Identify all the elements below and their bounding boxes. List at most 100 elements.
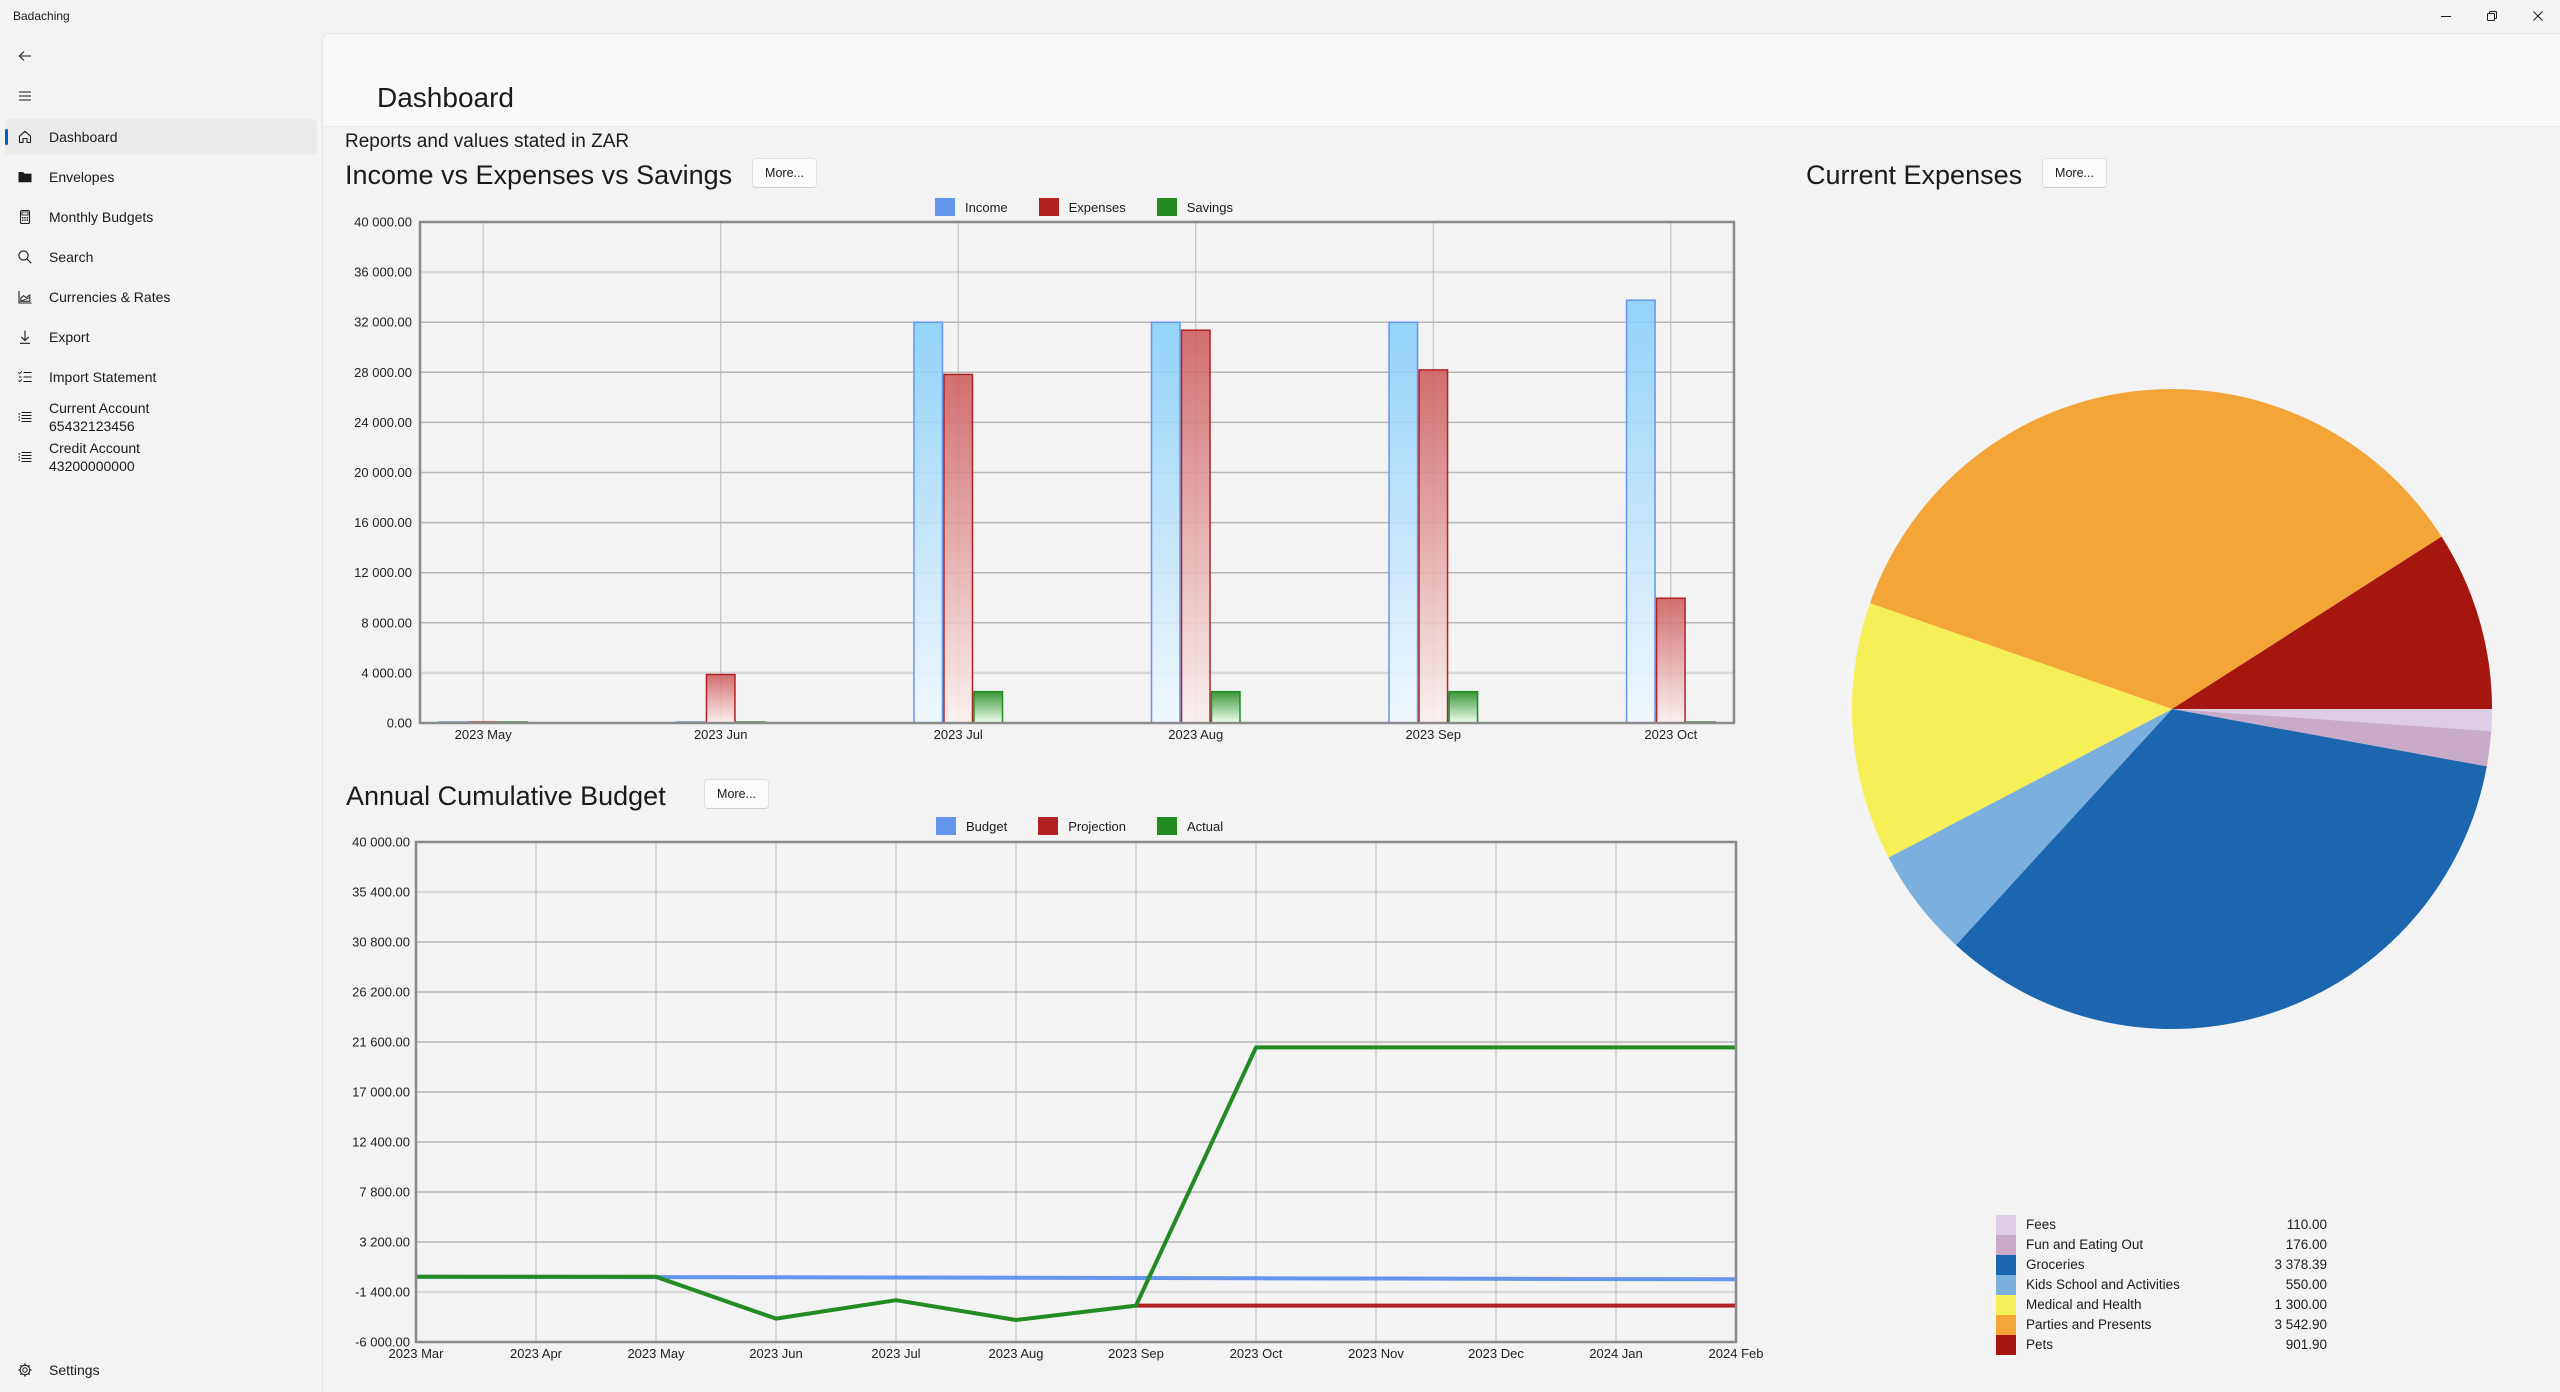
income-expenses-more-button[interactable]: More...: [752, 158, 817, 188]
app-title: Badaching: [13, 9, 70, 23]
legend-item-expenses[interactable]: Expenses: [1038, 198, 1126, 216]
sidebar-item-monthly-budgets[interactable]: Monthly Budgets: [5, 199, 317, 235]
y-tick-label: 28 000.00: [354, 365, 412, 380]
account-number: 43200000000: [49, 458, 135, 474]
account-number: 65432123456: [49, 418, 135, 434]
x-tick-label: 2023 Apr: [510, 1346, 563, 1361]
current-expenses-more-button[interactable]: More...: [2042, 158, 2107, 188]
sidebar-item-label: Settings: [49, 1362, 100, 1378]
legend-label: Projection: [1068, 818, 1127, 834]
sidebar-item-credit-account[interactable]: Credit Account 43200000000: [5, 437, 317, 477]
legend-swatch: [935, 198, 955, 216]
y-tick-label: 35 400.00: [352, 885, 410, 900]
x-tick-label: 2023 Mar: [389, 1346, 445, 1361]
list-icon: [18, 412, 32, 422]
x-tick-label: 2024 Feb: [1709, 1346, 1764, 1361]
legend-item-income[interactable]: Income: [935, 198, 1008, 216]
bar-income-2023-sep: [1388, 321, 1419, 724]
legend-label: Kids School and Activities: [2026, 1277, 2180, 1292]
legend-item-budget[interactable]: Budget: [936, 817, 1007, 835]
sidebar-item-search[interactable]: Search: [5, 239, 317, 275]
legend-swatch: [936, 817, 956, 835]
legend-swatch: [1157, 817, 1178, 835]
legend-item-savings[interactable]: Savings: [1156, 198, 1233, 216]
y-tick-label: 40 000.00: [352, 835, 410, 850]
search-icon: [18, 250, 32, 264]
back-arrow-icon: [18, 51, 31, 61]
sidebar-item-label: Currencies & Rates: [49, 289, 171, 305]
x-tick-label: 2023 May: [627, 1346, 685, 1361]
legend-swatch: [1156, 198, 1177, 216]
selection-indicator: [5, 129, 8, 145]
y-tick-label: 17 000.00: [352, 1085, 410, 1100]
legend-item-projection[interactable]: Projection: [1038, 817, 1126, 835]
sidebar-item-label-group: Credit Account 43200000000: [49, 439, 140, 475]
y-tick-label: 7 800.00: [359, 1185, 410, 1200]
y-tick-label: 0.00: [387, 716, 412, 731]
bar-expenses-2023-oct: [1655, 597, 1686, 724]
legend-label: Budget: [966, 818, 1008, 834]
bar-income-2023-jul: [913, 321, 944, 724]
y-tick-label: 3 200.00: [359, 1235, 410, 1250]
pie-legend-row: Fees 110.00: [1996, 1215, 2327, 1235]
legend-label: Medical and Health: [2026, 1297, 2142, 1312]
legend-label: Groceries: [2026, 1257, 2085, 1272]
minimize-button[interactable]: [2423, 0, 2469, 32]
bar-expenses-2023-jun: [705, 673, 736, 724]
sidebar-item-label-group: Current Account 65432123456: [49, 399, 149, 435]
sidebar-item-export[interactable]: Export: [5, 319, 317, 355]
sidebar-item-label: Import Statement: [49, 369, 157, 385]
x-tick-label: 2023 May: [455, 727, 513, 742]
annual-cumulative-budget-title: Annual Cumulative Budget: [346, 781, 666, 811]
page-title: Dashboard: [377, 82, 514, 113]
legend-item-actual[interactable]: Actual: [1157, 817, 1223, 835]
x-tick-label: 2023 Aug: [989, 1346, 1044, 1361]
back-button[interactable]: [5, 38, 45, 74]
pie-legend-row: Kids School and Activities 550.00: [1996, 1275, 2327, 1295]
legend-value: 110.00: [2286, 1217, 2327, 1232]
line-chart-legend: Budget Projection Actual: [936, 817, 1254, 835]
legend-swatch: [1996, 1255, 2016, 1275]
close-icon: [2533, 11, 2543, 21]
area-chart-icon: [18, 291, 32, 304]
legend-swatch: [1996, 1335, 2016, 1355]
legend-label: Fees: [2026, 1217, 2057, 1232]
close-button[interactable]: [2515, 0, 2560, 32]
calculator-icon: [19, 209, 31, 225]
y-tick-label: 20 000.00: [354, 465, 412, 480]
legend-value: 3 542.90: [2274, 1317, 2327, 1332]
x-tick-label: 2023 Nov: [1348, 1346, 1404, 1361]
sidebar-item-currencies-rates[interactable]: Currencies & Rates: [5, 279, 317, 315]
list-icon: [18, 452, 32, 462]
restore-button[interactable]: [2469, 0, 2515, 32]
bar-income-2023-aug: [1150, 321, 1181, 724]
legend-value: 1 300.00: [2274, 1297, 2327, 1312]
annual-budget-more-button[interactable]: More...: [704, 779, 769, 809]
income-expenses-savings-chart: 0.00 4 000.00 8 000.00 12 000.00 16 000.00 20…: [354, 215, 1736, 742]
sidebar-item-current-account[interactable]: Current Account 65432123456: [5, 397, 317, 437]
x-tick-label: 2023 Oct: [1644, 727, 1697, 742]
legend-value: 3 378.39: [2274, 1257, 2327, 1272]
current-expenses-title: Current Expenses: [1806, 160, 2023, 190]
y-tick-label: 26 200.00: [352, 985, 410, 1000]
sidebar-item-label: Monthly Budgets: [49, 209, 154, 225]
sidebar-item-dashboard[interactable]: Dashboard: [5, 119, 317, 155]
legend-label: Savings: [1186, 199, 1233, 215]
legend-label: Parties and Presents: [2026, 1317, 2152, 1332]
legend-label: Pets: [2026, 1337, 2054, 1352]
page-header: [323, 34, 2560, 127]
legend-swatch: [1996, 1315, 2016, 1335]
restore-icon: [2487, 11, 2497, 21]
sidebar-item-envelopes[interactable]: Envelopes: [5, 159, 317, 195]
annual-cumulative-budget-chart: -6 000.00-1 400.003 200.007 800.0012 400…: [352, 835, 1764, 1362]
legend-value: 550.00: [2285, 1277, 2327, 1292]
x-tick-label: 2023 Jun: [749, 1346, 803, 1361]
sidebar-item-settings[interactable]: Settings: [5, 1352, 317, 1388]
sidebar-item-import-statement[interactable]: Import Statement: [5, 359, 317, 395]
legend-swatch: [1996, 1215, 2016, 1235]
menu-toggle-button[interactable]: [5, 78, 45, 114]
sidebar-item-label: Export: [49, 329, 90, 345]
y-tick-label: 36 000.00: [354, 265, 412, 280]
sidebar-item-label: Envelopes: [49, 169, 115, 185]
x-tick-label: 2023 Sep: [1405, 727, 1461, 742]
